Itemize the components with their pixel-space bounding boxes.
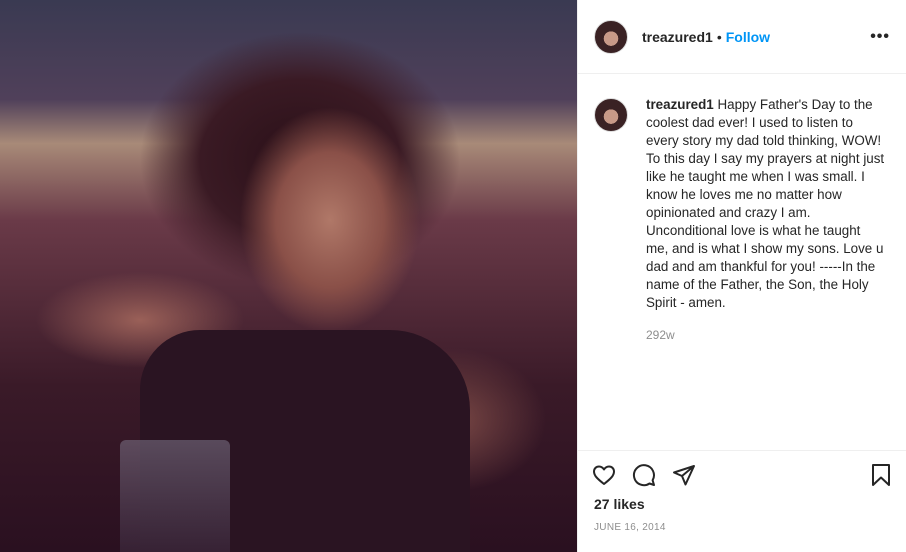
caption-text: Happy Father's Day to the coolest dad ev…: [646, 97, 885, 310]
more-options-icon[interactable]: •••: [870, 28, 890, 46]
caption-age[interactable]: 292w: [646, 326, 886, 344]
post-sidebar: treazured1 • Follow ••• treazured1 Happy…: [577, 0, 906, 552]
header-username[interactable]: treazured1: [642, 29, 713, 45]
follow-button[interactable]: Follow: [726, 29, 770, 45]
avatar[interactable]: [594, 19, 628, 54]
post-photo[interactable]: [0, 0, 577, 552]
caption-username[interactable]: treazured1: [646, 97, 714, 112]
post-header: treazured1 • Follow •••: [578, 0, 906, 74]
action-bar: [578, 450, 906, 490]
photo-glass-shape: [120, 440, 230, 552]
caption-avatar[interactable]: [594, 98, 628, 132]
caption: treazured1 Happy Father's Day to the coo…: [578, 74, 906, 344]
likes-count[interactable]: 27 likes: [594, 496, 645, 512]
comment-icon[interactable]: [632, 463, 656, 487]
post-dialog: treazured1 • Follow ••• treazured1 Happy…: [0, 0, 906, 552]
heart-icon[interactable]: [592, 463, 616, 487]
caption-body: treazured1 Happy Father's Day to the coo…: [646, 96, 886, 344]
share-icon[interactable]: [672, 463, 696, 487]
header-separator: •: [716, 28, 722, 45]
bookmark-icon[interactable]: [869, 463, 893, 487]
post-date[interactable]: JUNE 16, 2014: [594, 522, 666, 533]
